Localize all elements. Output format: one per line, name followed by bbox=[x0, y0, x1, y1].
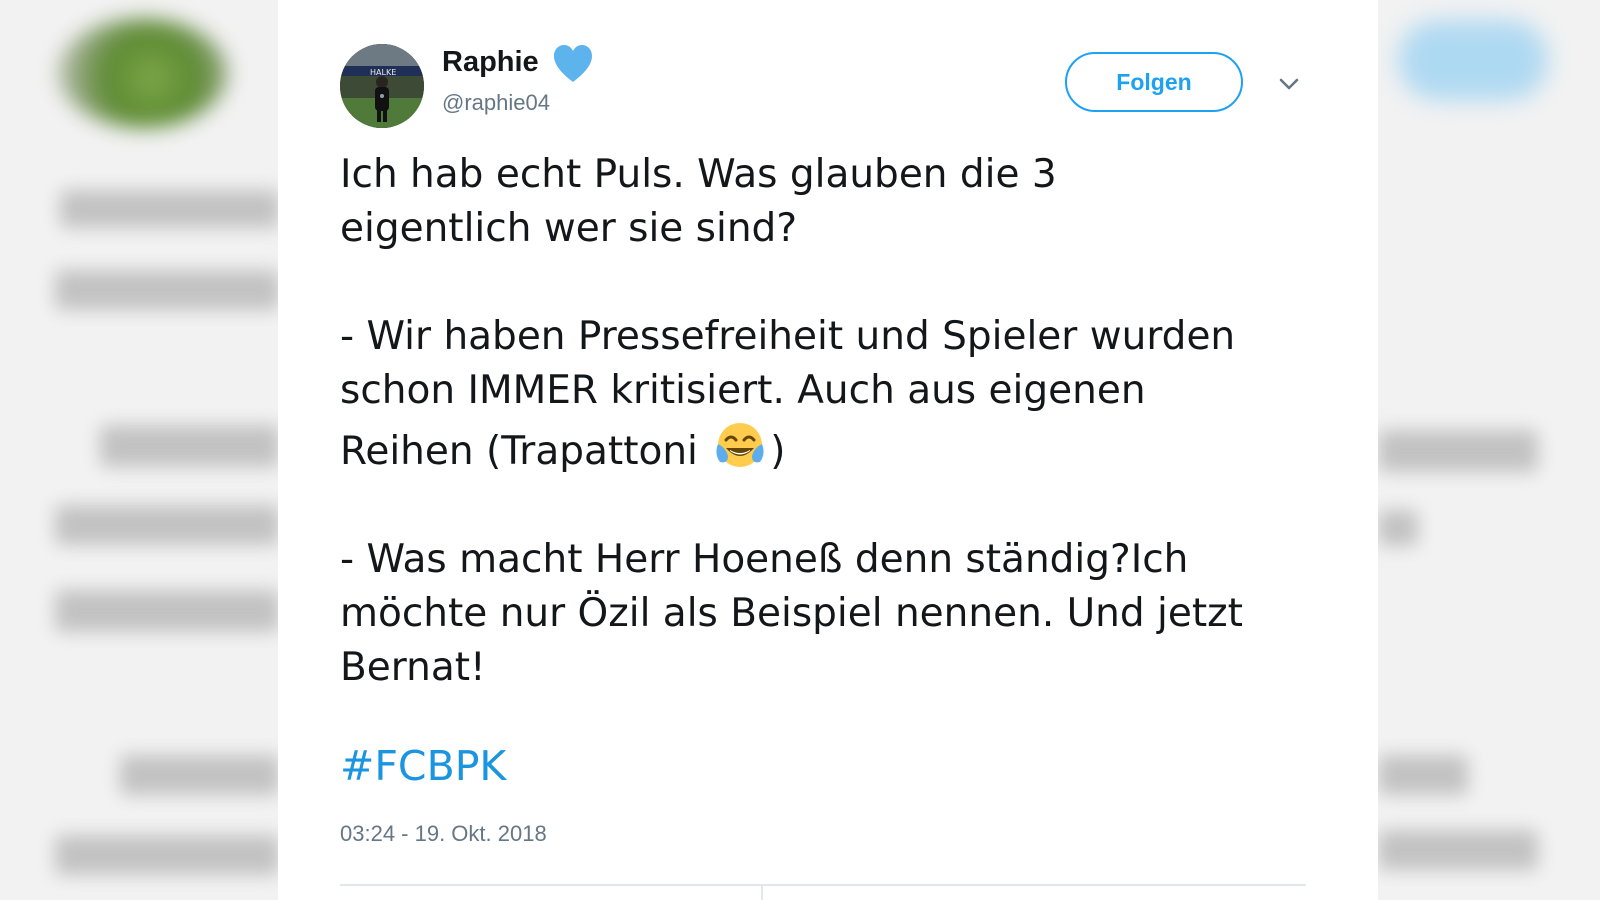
follow-button[interactable]: Folgen bbox=[1065, 52, 1243, 112]
blurred-text bbox=[55, 835, 278, 875]
blurred-text bbox=[1378, 510, 1418, 546]
svg-text:HALKE: HALKE bbox=[370, 68, 396, 77]
face-with-tears-of-joy-icon bbox=[716, 423, 764, 467]
display-name[interactable]: Raphie bbox=[442, 46, 539, 79]
tweet-line: Ich hab echt Puls. Was glauben die 3 bbox=[340, 152, 1057, 197]
tweet-line-segment: ) bbox=[770, 429, 786, 474]
tweet-line: Reihen (Trapattoni ) bbox=[340, 418, 1300, 479]
blurred-button bbox=[1398, 20, 1548, 100]
blurred-text bbox=[55, 505, 278, 545]
tweet-line: - Was macht Herr Hoeneß denn ständig?Ich bbox=[340, 537, 1189, 582]
blurred-text bbox=[100, 425, 278, 467]
avatar[interactable]: HALKE bbox=[340, 44, 424, 128]
tweet-line: möchte nur Özil als Beispiel nennen. Und… bbox=[340, 591, 1243, 636]
blurred-text bbox=[1378, 430, 1538, 472]
tweet-line: Bernat! bbox=[340, 645, 486, 690]
tweet-card: HALKE Raphie @raphie04 Folgen Ich hab ec… bbox=[278, 0, 1378, 900]
blurred-text bbox=[55, 590, 278, 632]
blue-heart-icon bbox=[554, 45, 592, 82]
blurred-text bbox=[60, 190, 278, 228]
avatar-image: HALKE bbox=[340, 44, 424, 128]
blurred-background-left bbox=[0, 0, 278, 900]
tweet-timestamp[interactable]: 03:24 - 19. Okt. 2018 bbox=[340, 821, 547, 847]
tweet-line: - Wir haben Pressefreiheit und Spieler w… bbox=[340, 314, 1236, 359]
blurred-background-right bbox=[1378, 0, 1600, 900]
divider bbox=[340, 884, 1306, 886]
blurred-text bbox=[1378, 830, 1538, 870]
tweet-line-segment: Reihen (Trapattoni bbox=[340, 429, 711, 474]
blurred-text bbox=[55, 270, 278, 310]
blurred-avatar bbox=[58, 18, 228, 128]
tweet-text: Ich hab echt Puls. Was glauben die 3 eig… bbox=[340, 148, 1300, 695]
tweet-line: eigentlich wer sie sind? bbox=[340, 206, 798, 251]
page: HALKE Raphie @raphie04 Folgen Ich hab ec… bbox=[0, 0, 1600, 900]
tweet-line: schon IMMER kritisiert. Auch aus eigenen bbox=[340, 368, 1146, 413]
chevron-down-icon[interactable] bbox=[1274, 72, 1304, 96]
blurred-text bbox=[120, 755, 278, 795]
divider bbox=[761, 886, 763, 900]
blurred-text bbox=[1378, 755, 1468, 795]
user-handle[interactable]: @raphie04 bbox=[442, 90, 550, 116]
hashtag-link[interactable]: #FCBPK bbox=[340, 742, 506, 790]
